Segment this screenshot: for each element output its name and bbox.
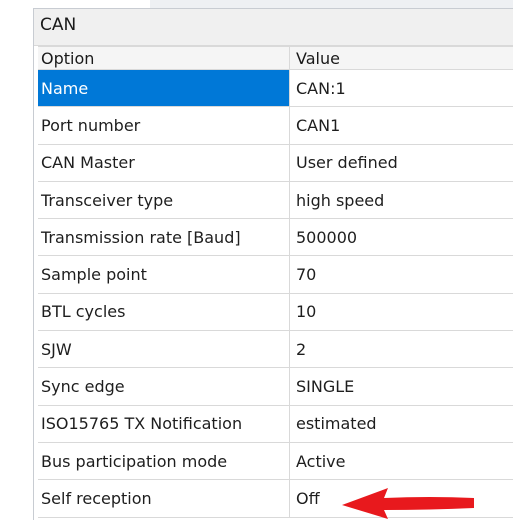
panel-title-bar: CAN xyxy=(34,9,513,46)
table-row[interactable]: Sample point 70 xyxy=(38,256,513,294)
option-cell[interactable]: Self reception xyxy=(38,480,290,517)
table-row[interactable]: Name CAN:1 xyxy=(38,70,513,108)
properties-grid: Option Value Name CAN:1 Port number CAN1… xyxy=(38,46,513,518)
properties-panel: CAN Option Value Name CAN:1 Port number … xyxy=(33,8,513,520)
table-row[interactable]: Transmission rate [Baud] 500000 xyxy=(38,219,513,257)
table-row[interactable]: Bus participation mode Active xyxy=(38,442,513,481)
option-cell[interactable]: Sync edge xyxy=(38,368,290,405)
table-row[interactable]: Transceiver type high speed xyxy=(38,181,513,220)
table-row[interactable]: ISO15765 TX Notification estimated xyxy=(38,405,513,443)
option-cell[interactable]: ISO15765 TX Notification xyxy=(38,405,290,442)
table-row[interactable]: Sync edge SINGLE xyxy=(38,368,513,406)
value-cell[interactable]: high speed xyxy=(290,182,513,218)
option-cell[interactable]: Sample point xyxy=(38,256,290,293)
table-row[interactable]: BTL cycles 10 xyxy=(38,293,513,332)
red-arrow-icon xyxy=(342,488,474,519)
grid-header: Option Value xyxy=(38,46,513,70)
value-cell[interactable]: 10 xyxy=(290,294,513,330)
option-cell[interactable]: BTL cycles xyxy=(38,293,290,331)
value-cell[interactable]: CAN:1 xyxy=(290,70,513,106)
option-cell[interactable]: Bus participation mode xyxy=(38,442,290,480)
value-cell[interactable]: CAN1 xyxy=(290,107,513,143)
option-cell[interactable]: Transceiver type xyxy=(38,181,290,219)
panel-title: CAN xyxy=(40,15,77,35)
option-cell[interactable]: Transmission rate [Baud] xyxy=(38,219,290,256)
option-cell[interactable]: CAN Master xyxy=(38,144,290,181)
value-cell[interactable]: SINGLE xyxy=(290,368,513,404)
value-cell[interactable]: 500000 xyxy=(290,219,513,255)
table-row[interactable]: SJW 2 xyxy=(38,331,513,369)
value-cell[interactable]: 70 xyxy=(290,256,513,292)
option-cell[interactable]: SJW xyxy=(38,331,290,368)
value-cell[interactable]: 2 xyxy=(290,331,513,367)
table-row[interactable]: CAN Master User defined xyxy=(38,144,513,182)
top-strip xyxy=(150,0,513,8)
value-cell[interactable]: Active xyxy=(290,443,513,479)
option-cell[interactable]: Name xyxy=(38,70,290,107)
table-row[interactable]: Port number CAN1 xyxy=(38,107,513,145)
left-margin xyxy=(0,0,33,519)
value-cell[interactable]: estimated xyxy=(290,406,513,442)
option-cell[interactable]: Port number xyxy=(38,107,290,144)
column-header-option[interactable]: Option xyxy=(38,47,290,69)
value-cell[interactable]: User defined xyxy=(290,145,513,181)
column-header-value[interactable]: Value xyxy=(290,47,513,69)
